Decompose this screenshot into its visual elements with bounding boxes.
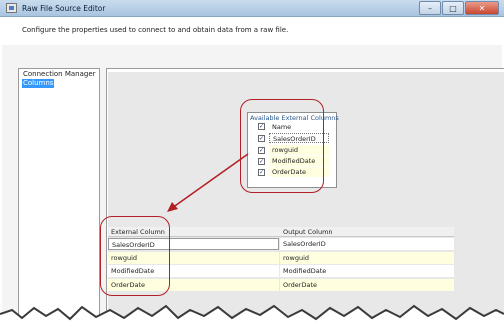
output-cell[interactable]: ModifiedDate bbox=[280, 265, 454, 277]
close-icon: ✕ bbox=[478, 3, 486, 13]
window-title: Raw File Source Editor bbox=[22, 4, 106, 13]
nav-panel: Connection Manager Columns bbox=[18, 68, 100, 318]
nav-item-connection-manager[interactable]: Connection Manager bbox=[22, 70, 97, 79]
nav-item-columns[interactable]: Columns bbox=[22, 79, 55, 88]
close-button[interactable]: ✕ bbox=[465, 1, 499, 15]
callout-arrow bbox=[167, 153, 249, 212]
maximize-icon: □ bbox=[449, 3, 457, 13]
output-column-header: Output Column bbox=[283, 228, 333, 236]
minimize-icon: – bbox=[428, 3, 432, 13]
minimize-button[interactable]: – bbox=[419, 1, 441, 15]
app-icon bbox=[6, 3, 17, 13]
page-description: Configure the properties used to connect… bbox=[22, 26, 289, 34]
torn-edge bbox=[0, 304, 504, 326]
output-cell[interactable]: rowguid bbox=[280, 252, 454, 264]
output-cell[interactable]: OrderDate bbox=[280, 279, 454, 291]
external-columns-callout bbox=[100, 216, 170, 296]
output-cell[interactable]: SalesOrderID bbox=[280, 238, 454, 250]
maximize-button[interactable]: □ bbox=[442, 1, 464, 15]
